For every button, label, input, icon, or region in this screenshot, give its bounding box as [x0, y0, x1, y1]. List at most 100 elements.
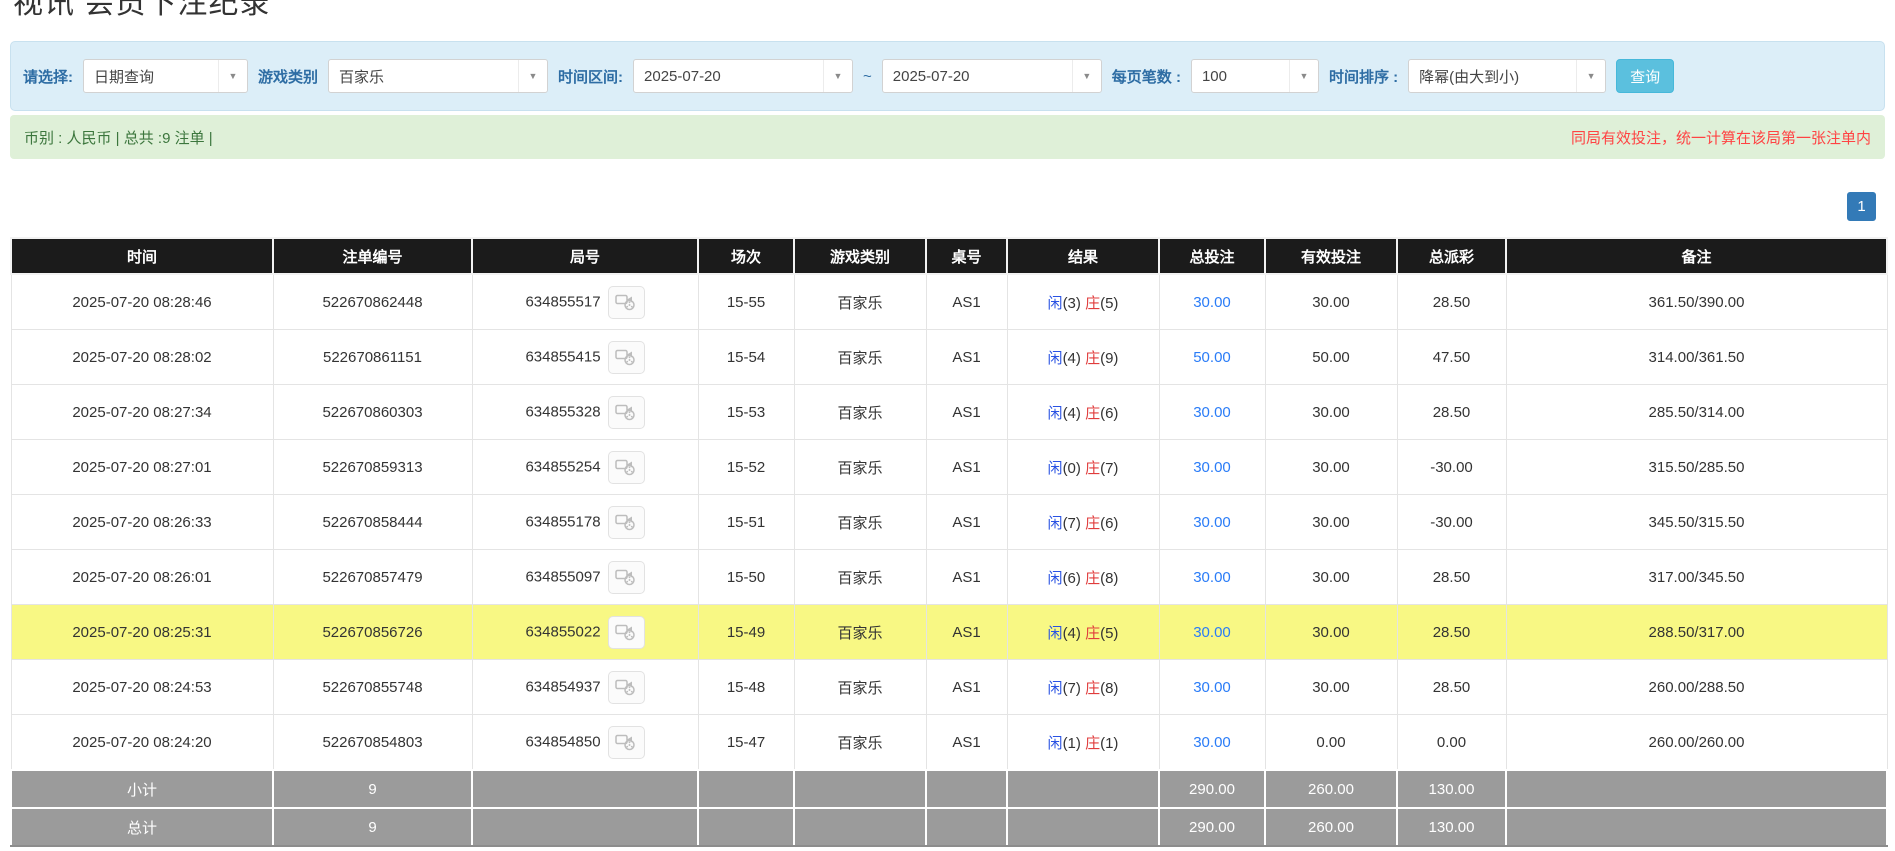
- cell-table-no: AS1: [926, 495, 1007, 550]
- cell-payout: -30.00: [1397, 495, 1506, 550]
- cell-session: 15-50: [698, 550, 794, 605]
- result-banker-score: (7): [1100, 460, 1118, 477]
- video-replay-button[interactable]: [608, 671, 645, 704]
- video-replay-button[interactable]: [608, 506, 645, 539]
- grand-total-cell: 9: [273, 808, 472, 846]
- cell-valid-bet: 30.00: [1265, 495, 1397, 550]
- total-bet-link[interactable]: 30.00: [1193, 404, 1231, 421]
- column-header: 桌号: [926, 238, 1007, 274]
- result-player-score: (1): [1063, 735, 1081, 752]
- subtotal-cell: 290.00: [1159, 770, 1265, 808]
- cell-note: 345.50/315.50: [1506, 495, 1887, 550]
- video-replay-button[interactable]: [608, 561, 645, 594]
- round-no: 634854850: [525, 733, 600, 750]
- total-bet-link[interactable]: 30.00: [1193, 679, 1231, 696]
- cell-table-no: AS1: [926, 330, 1007, 385]
- result-banker-score: (6): [1100, 515, 1118, 532]
- result-player-score: (7): [1063, 515, 1081, 532]
- time-sort-dropdown[interactable]: 降幂(由大到小) ▼: [1408, 59, 1606, 93]
- cell-total-bet: 30.00: [1159, 550, 1265, 605]
- result-player-label: 闲: [1048, 680, 1063, 697]
- cell-result: 闲(4) 庄(6): [1007, 385, 1159, 440]
- cell-game-type: 百家乐: [794, 715, 926, 771]
- cell-round-no: 634855517: [472, 274, 698, 330]
- cell-session: 15-54: [698, 330, 794, 385]
- page-button-1[interactable]: 1: [1847, 192, 1876, 221]
- page-size-value: 100: [1192, 68, 1289, 85]
- total-bet-link[interactable]: 30.00: [1193, 294, 1231, 311]
- search-button[interactable]: 查询: [1616, 59, 1674, 93]
- result-player-score: (7): [1063, 680, 1081, 697]
- subtotal-cell: 小计: [11, 770, 273, 808]
- cell-payout: 28.50: [1397, 660, 1506, 715]
- cell-payout: -30.00: [1397, 440, 1506, 495]
- date-to-picker[interactable]: 2025-07-20 ▼: [882, 59, 1102, 93]
- cell-total-bet: 30.00: [1159, 605, 1265, 660]
- cell-round-no: 634855178: [472, 495, 698, 550]
- result-banker-label: 庄: [1085, 680, 1100, 697]
- chevron-down-icon[interactable]: ▼: [1576, 60, 1605, 92]
- cell-table-no: AS1: [926, 385, 1007, 440]
- cell-round-no: 634855328: [472, 385, 698, 440]
- total-bet-link[interactable]: 30.00: [1193, 569, 1231, 586]
- grand-total-cell: [698, 808, 794, 846]
- table-row: 2025-07-20 08:27:01522670859313634855254…: [11, 440, 1887, 495]
- result-player-label: 闲: [1048, 625, 1063, 642]
- subtotal-cell: [1506, 770, 1887, 808]
- grand-total-cell: [926, 808, 1007, 846]
- result-player-score: (3): [1063, 295, 1081, 312]
- column-header: 游戏类别: [794, 238, 926, 274]
- result-player-label: 闲: [1048, 570, 1063, 587]
- total-bet-link[interactable]: 30.00: [1193, 624, 1231, 641]
- video-replay-icon: [615, 623, 637, 641]
- cell-bet-no: 522670856726: [273, 605, 472, 660]
- video-replay-button[interactable]: [608, 396, 645, 429]
- video-replay-button[interactable]: [608, 726, 645, 759]
- chevron-down-icon[interactable]: ▼: [518, 60, 547, 92]
- video-replay-button[interactable]: [608, 286, 645, 319]
- cell-result: 闲(7) 庄(8): [1007, 660, 1159, 715]
- chevron-down-icon[interactable]: ▼: [1072, 60, 1101, 92]
- chevron-down-icon[interactable]: ▼: [218, 60, 247, 92]
- cell-bet-no: 522670855748: [273, 660, 472, 715]
- date-from-picker[interactable]: 2025-07-20 ▼: [633, 59, 853, 93]
- chevron-down-icon[interactable]: ▼: [1289, 60, 1318, 92]
- result-banker-score: (8): [1100, 570, 1118, 587]
- result-player-label: 闲: [1048, 405, 1063, 422]
- video-replay-icon: [615, 293, 637, 311]
- total-bet-link[interactable]: 50.00: [1193, 349, 1231, 366]
- cell-session: 15-47: [698, 715, 794, 771]
- cell-time: 2025-07-20 08:26:01: [11, 550, 273, 605]
- video-replay-icon: [615, 348, 637, 366]
- cell-time: 2025-07-20 08:28:02: [11, 330, 273, 385]
- round-no: 634855328: [525, 403, 600, 420]
- cell-table-no: AS1: [926, 550, 1007, 605]
- total-bet-link[interactable]: 30.00: [1193, 459, 1231, 476]
- video-replay-icon: [615, 733, 637, 751]
- cell-payout: 28.50: [1397, 550, 1506, 605]
- cell-bet-no: 522670861151: [273, 330, 472, 385]
- result-player-score: (6): [1063, 570, 1081, 587]
- page-size-dropdown[interactable]: 100 ▼: [1191, 59, 1319, 93]
- date-to-value: 2025-07-20: [883, 68, 1072, 85]
- result-banker-label: 庄: [1085, 625, 1100, 642]
- result-player-score: (0): [1063, 460, 1081, 477]
- cell-table-no: AS1: [926, 605, 1007, 660]
- subtotal-cell: 260.00: [1265, 770, 1397, 808]
- cell-valid-bet: 50.00: [1265, 330, 1397, 385]
- video-replay-button[interactable]: [608, 451, 645, 484]
- result-player-score: (4): [1063, 350, 1081, 367]
- table-row: 2025-07-20 08:24:53522670855748634854937…: [11, 660, 1887, 715]
- video-replay-button[interactable]: [608, 341, 645, 374]
- column-header: 总投注: [1159, 238, 1265, 274]
- cell-table-no: AS1: [926, 715, 1007, 771]
- total-bet-link[interactable]: 30.00: [1193, 734, 1231, 751]
- video-replay-button[interactable]: [608, 616, 645, 649]
- select-type-dropdown[interactable]: 日期查询 ▼: [83, 59, 248, 93]
- total-bet-link[interactable]: 30.00: [1193, 514, 1231, 531]
- cell-payout: 0.00: [1397, 715, 1506, 771]
- cell-game-type: 百家乐: [794, 605, 926, 660]
- cell-round-no: 634855097: [472, 550, 698, 605]
- game-type-dropdown[interactable]: 百家乐 ▼: [328, 59, 548, 93]
- chevron-down-icon[interactable]: ▼: [823, 60, 852, 92]
